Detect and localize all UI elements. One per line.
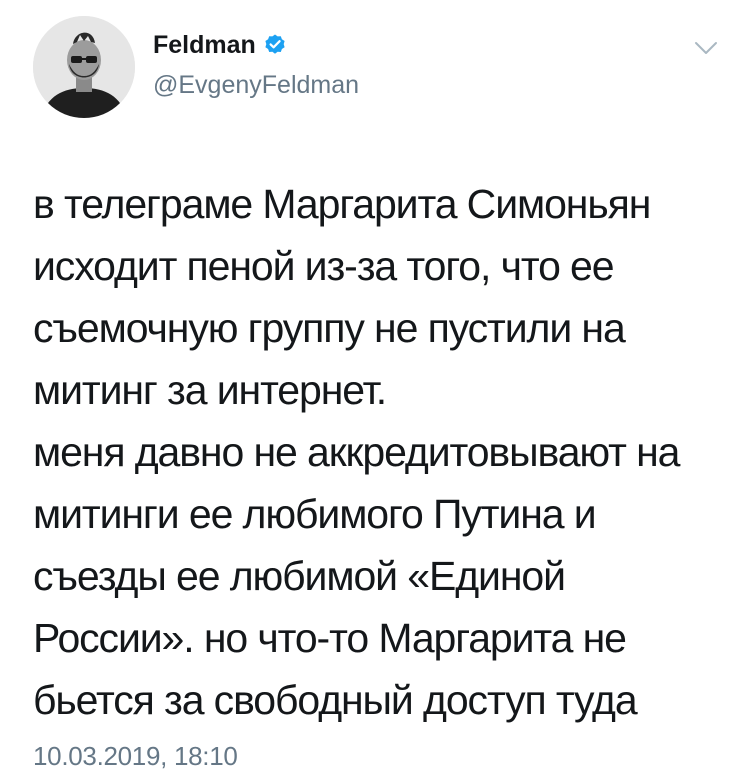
avatar-image — [33, 16, 135, 118]
tweet-text-line: в телеграме Маргарита Симоньян — [33, 181, 651, 227]
author-display-name[interactable]: Feldman — [153, 30, 256, 60]
tweet-text-line: съемочную группу не пустили на — [33, 305, 626, 351]
tweet-text-line: меня давно не аккредитовывают на — [33, 429, 680, 475]
chevron-down-icon[interactable] — [692, 38, 720, 58]
tweet-card: Feldman @EvgenyFeldman в телеграме Марга… — [0, 0, 750, 782]
tweet-text-line: митинг за интернет. — [33, 367, 387, 413]
tweet-text-line: России». но что-то Маргарита не — [33, 615, 627, 661]
avatar[interactable] — [33, 16, 135, 118]
tweet-text-line: исходит пеной из-за того, что ее — [33, 243, 615, 289]
author-name-row[interactable]: Feldman — [153, 30, 287, 60]
tweet-text: в телеграме Маргарита Симоньян исходит п… — [33, 173, 733, 731]
tweet-text-line: митинги ее любимого Путина и — [33, 491, 597, 537]
tweet-timestamp[interactable]: 10.03.2019, 18:10 — [33, 740, 238, 772]
tweet-text-line: бьется за свободный доступ туда — [33, 677, 638, 723]
verified-badge-icon — [265, 34, 285, 54]
tweet-text-line: съезды ее любимой «Единой — [33, 553, 566, 599]
author-handle[interactable]: @EvgenyFeldman — [153, 70, 359, 100]
